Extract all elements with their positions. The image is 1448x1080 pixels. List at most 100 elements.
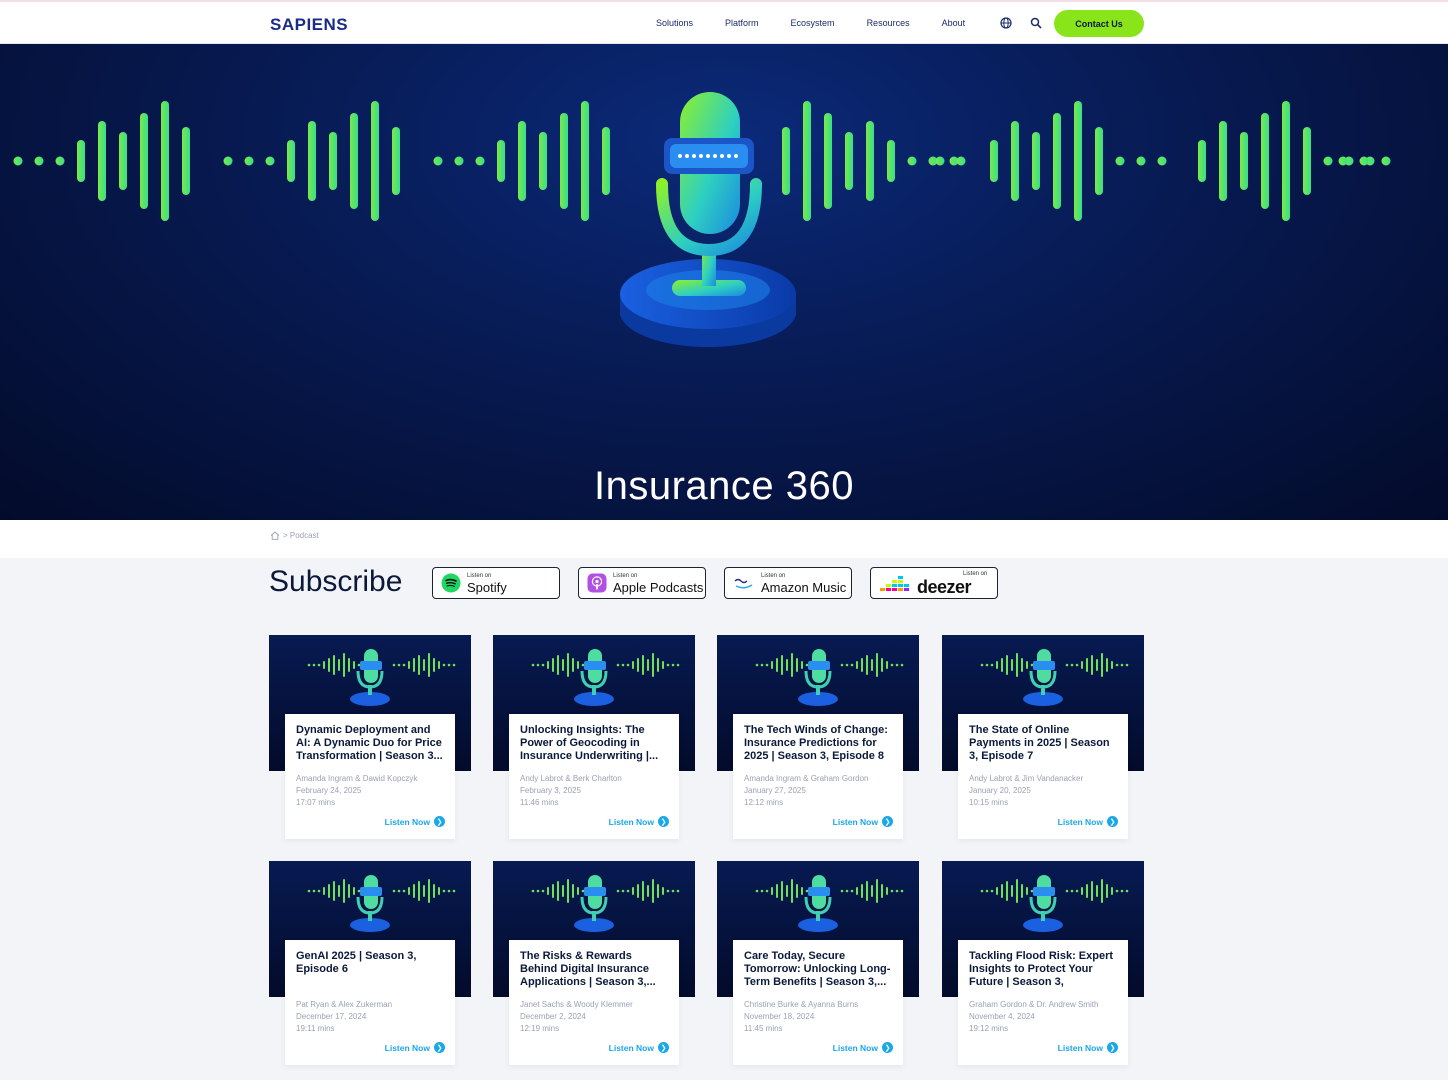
listen-now-label: Listen Now [832,1042,878,1053]
listen-on-label: Listen on [467,572,492,579]
contact-us-button[interactable]: Contact Us [1054,10,1144,37]
episode-title[interactable]: The State of Online Payments in 2025 | S… [969,724,1118,763]
arrow-right-icon: ❯ [1107,816,1118,827]
episode-title[interactable]: Tackling Flood Risk: Expert Insights to … [969,950,1118,989]
listen-now-label: Listen Now [832,816,878,827]
episode-info: Care Today, Secure Tomorrow: Unlocking L… [733,940,903,1065]
globe-icon[interactable] [1000,17,1012,29]
hero-banner: Insurance 360 [0,44,1448,520]
episode-title[interactable]: Care Today, Secure Tomorrow: Unlocking L… [744,950,893,989]
platform-name: Apple Podcasts [613,579,704,595]
site-header: SAPIENS Solutions Platform Ecosystem Res… [0,0,1448,44]
episode-hosts: Andy Labrot & Berk Charlton [520,774,622,783]
nav-solutions[interactable]: Solutions [640,18,709,28]
episode-title[interactable]: The Tech Winds of Change: Insurance Pred… [744,724,893,763]
episode-card[interactable]: GenAI 2025 | Season 3, Episode 6 Pat Ryan… [269,861,471,1071]
episode-info: The State of Online Payments in 2025 | S… [958,714,1128,839]
episode-date: January 27, 2025 [744,786,806,795]
arrow-right-icon: ❯ [882,1042,893,1053]
spotify-button[interactable]: Listen on Spotify [432,567,560,599]
home-icon[interactable] [270,531,280,540]
episode-hosts: Pat Ryan & Alex Zukerman [296,1000,393,1009]
episode-card[interactable]: The Risks & Rewards Behind Digital Insur… [493,861,695,1071]
episode-date: January 20, 2025 [969,786,1031,795]
sapiens-logo[interactable]: SAPIENS [270,15,348,35]
arrow-right-icon: ❯ [1107,1042,1118,1053]
listen-now-link[interactable]: Listen Now ❯ [609,1042,669,1053]
hero-title: Insurance 360 [593,464,854,508]
episode-card[interactable]: Tackling Flood Risk: Expert Insights to … [942,861,1144,1071]
episode-info: The Tech Winds of Change: Insurance Pred… [733,714,903,839]
listen-now-link[interactable]: Listen Now ❯ [833,816,893,827]
episode-duration: 19:11 mins [296,1024,335,1033]
episode-info: Unlocking Insights: The Power of Geocodi… [509,714,679,839]
subscribe-heading: Subscribe [269,565,403,598]
episode-title[interactable]: GenAI 2025 | Season 3, Episode 6 [296,950,445,989]
episode-date: February 3, 2025 [520,786,581,795]
apple-podcasts-button[interactable]: Listen on Apple Podcasts [578,567,706,599]
breadcrumb-current: > Podcast [283,531,319,540]
episode-duration: 11:46 mins [520,798,559,807]
episode-date: November 18, 2024 [744,1012,815,1021]
deezer-button[interactable]: Listen on deezer [870,567,998,599]
listen-now-link[interactable]: Listen Now ❯ [1058,1042,1118,1053]
episode-card[interactable]: The State of Online Payments in 2025 | S… [942,635,1144,845]
episode-title[interactable]: Dynamic Deployment and AI: A Dynamic Duo… [296,724,445,763]
podcast-microphone-illustration [13,92,1391,347]
arrow-right-icon: ❯ [434,816,445,827]
listen-on-label: Listen on [613,572,638,579]
spotify-icon [441,573,461,593]
episode-duration: 19:12 mins [969,1024,1009,1033]
listen-now-label: Listen Now [384,816,430,827]
episode-info: Tackling Flood Risk: Expert Insights to … [958,940,1128,1065]
listen-now-link[interactable]: Listen Now ❯ [833,1042,893,1053]
episode-duration: 12:19 mins [520,1024,560,1033]
arrow-right-icon: ❯ [882,816,893,827]
search-icon[interactable] [1030,17,1042,29]
arrow-right-icon: ❯ [658,1042,669,1053]
listen-now-label: Listen Now [608,1042,654,1053]
breadcrumb: > Podcast [270,531,319,540]
episode-duration: 10:15 mins [969,798,1009,807]
episode-title[interactable]: Unlocking Insights: The Power of Geocodi… [520,724,669,763]
listen-now-label: Listen Now [608,816,654,827]
episode-card[interactable]: Care Today, Secure Tomorrow: Unlocking L… [717,861,919,1071]
episode-card[interactable]: Unlocking Insights: The Power of Geocodi… [493,635,695,845]
episode-card[interactable]: The Tech Winds of Change: Insurance Pred… [717,635,919,845]
deezer-icon [880,576,909,591]
listen-now-link[interactable]: Listen Now ❯ [609,816,669,827]
episode-date: November 4, 2024 [969,1012,1035,1021]
episode-date: December 2, 2024 [520,1012,586,1021]
listen-now-label: Listen Now [1057,816,1103,827]
episode-duration: 17:07 mins [296,798,336,807]
listen-now-link[interactable]: Listen Now ❯ [385,1042,445,1053]
episode-hosts: Graham Gordon & Dr. Andrew Smith [969,1000,1099,1009]
breadcrumb-bar: > Podcast [0,520,1448,558]
episode-date: February 24, 2025 [296,786,362,795]
apple-podcasts-icon [587,573,607,593]
listen-now-label: Listen Now [1057,1042,1103,1053]
episode-title[interactable]: The Risks & Rewards Behind Digital Insur… [520,950,669,989]
episode-info: Dynamic Deployment and AI: A Dynamic Duo… [285,714,455,839]
episode-info: GenAI 2025 | Season 3, Episode 6 Pat Ryan… [285,940,455,1065]
episode-duration: 12:12 mins [744,798,784,807]
episode-hosts: Amanda Ingram & Dawid Kopczyk [296,774,418,783]
nav-ecosystem[interactable]: Ecosystem [775,18,851,28]
episode-hosts: Andy Labrot & Jim Vandanacker [969,774,1084,783]
arrow-right-icon: ❯ [434,1042,445,1053]
listen-on-label: Listen on [761,572,786,579]
listen-now-label: Listen Now [384,1042,430,1053]
listen-now-link[interactable]: Listen Now ❯ [1058,816,1118,827]
episode-date: December 17, 2024 [296,1012,367,1021]
episode-info: The Risks & Rewards Behind Digital Insur… [509,940,679,1065]
nav-resources[interactable]: Resources [851,18,926,28]
platform-name: deezer [917,577,972,597]
episode-hosts: Amanda Ingram & Graham Gordon [744,774,869,783]
listen-now-link[interactable]: Listen Now ❯ [385,816,445,827]
nav-about[interactable]: About [926,18,982,28]
nav-platform[interactable]: Platform [709,18,775,28]
episode-card[interactable]: Dynamic Deployment and AI: A Dynamic Duo… [269,635,471,845]
episode-hosts: Janet Sachs & Woody Klemmer [520,1000,633,1009]
amazon-music-icon [734,578,753,589]
amazon-music-button[interactable]: Listen on Amazon Music [724,567,852,599]
